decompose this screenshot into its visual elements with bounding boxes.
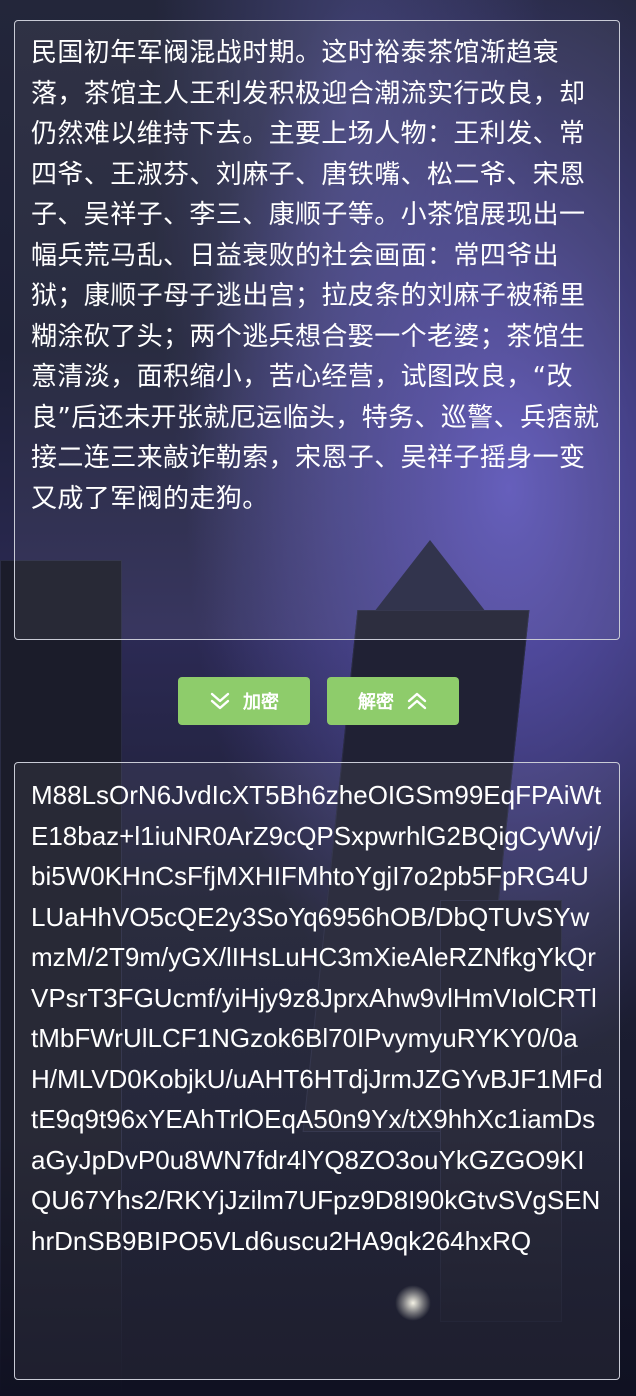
plaintext-content: 民国初年军阀混战时期。这时裕泰茶馆渐趋衰落，茶馆主人王利发积极迎合潮流实行改良，… [31,38,600,514]
encrypt-button-label: 加密 [243,692,279,713]
double-chevron-up-icon [406,691,428,711]
decrypt-button[interactable]: 解密 [327,677,459,725]
double-chevron-down-icon [209,691,231,711]
ciphertext-textarea[interactable]: M88LsOrN6JvdIcXT5Bh6zheOIGSm99EqFPAiWtE1… [14,762,620,1380]
encrypt-button[interactable]: 加密 [178,677,310,725]
action-buttons: 加密 解密 [0,677,636,725]
decrypt-button-label: 解密 [358,692,394,713]
plaintext-textarea[interactable]: 民国初年军阀混战时期。这时裕泰茶馆渐趋衰落，茶馆主人王利发积极迎合潮流实行改良，… [14,20,620,640]
ciphertext-content: M88LsOrN6JvdIcXT5Bh6zheOIGSm99EqFPAiWtE1… [31,780,603,1256]
